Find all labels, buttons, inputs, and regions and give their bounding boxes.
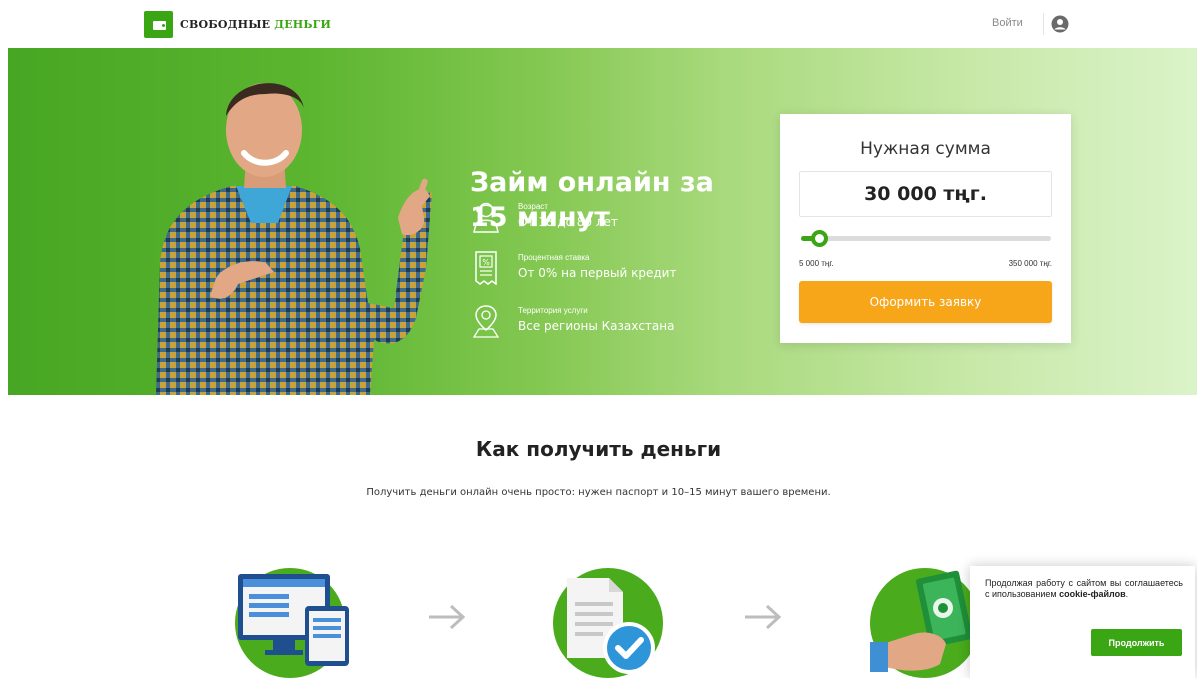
site-logo[interactable]: СВОБОДНЫЕ ДЕНЬГИ <box>144 11 331 38</box>
feature-age-label: Возраст <box>518 202 548 211</box>
cookie-continue-button[interactable]: Продолжить <box>1091 629 1182 656</box>
logo-text-main: СВОБОДНЫЕ <box>180 18 271 31</box>
feature-rate-value: От 0% на первый кредит <box>518 266 677 280</box>
arrow-right-icon <box>745 604 782 630</box>
step-apply-online <box>235 568 349 678</box>
map-pin-icon <box>472 305 500 338</box>
hero-title-line1: Займ онлайн за <box>470 167 714 198</box>
apply-button[interactable]: Оформить заявку <box>799 281 1052 323</box>
feature-age: Возраст От 18 до 80 лет <box>472 200 702 234</box>
site-header: СВОБОДНЫЕ ДЕНЬГИ Войти <box>0 0 1197 48</box>
cookie-text: Продолжая работу с сайтом вы соглашаетес… <box>985 578 1183 600</box>
logo-text: СВОБОДНЫЕ ДЕНЬГИ <box>180 18 331 31</box>
header-divider <box>1043 13 1044 35</box>
slider-handle[interactable] <box>811 230 829 247</box>
loan-calculator-card: Нужная сумма 30 000 тңг. 5 000 тңг. 350 … <box>780 114 1071 343</box>
feature-age-value: От 18 до 80 лет <box>518 215 618 229</box>
slider-min-label: 5 000 тңг. <box>799 259 834 268</box>
feature-territory-label: Территория услуги <box>518 306 588 315</box>
feature-territory: Территория услуги Все регионы Казахстана <box>472 304 702 338</box>
computer-form-icon <box>238 574 349 666</box>
cookie-link[interactable]: cookie-файлов <box>1059 589 1126 599</box>
amount-field[interactable]: 30 000 тңг. <box>799 171 1052 217</box>
money-hand-icon <box>870 570 973 672</box>
logo-text-accent: ДЕНЬГИ <box>274 18 332 31</box>
cookie-text-end: . <box>1125 589 1129 599</box>
amount-slider[interactable] <box>801 230 1051 247</box>
page: СВОБОДНЫЕ ДЕНЬГИ Войти Займ онлайн за 15… <box>0 0 1197 678</box>
how-section-subtitle: Получить деньги онлайн очень просто: нуж… <box>366 487 831 498</box>
svg-text:%: % <box>482 258 490 267</box>
feature-territory-value: Все регионы Казахстана <box>518 319 675 333</box>
cookie-notice: Продолжая работу с сайтом вы соглашаетес… <box>970 566 1195 678</box>
arrow-right-icon <box>429 604 466 630</box>
amount-value: 30 000 тңг. <box>864 183 987 205</box>
user-account-icon[interactable] <box>1051 15 1069 33</box>
calculator-title: Нужная сумма <box>860 139 991 159</box>
how-section-title: Как получить деньги <box>475 437 722 461</box>
step-document-check <box>553 568 663 678</box>
wallet-logo-icon <box>144 11 173 38</box>
step-get-money <box>870 568 980 678</box>
smiling-man-image <box>156 83 432 395</box>
slider-max-label: 350 000 тңг. <box>1008 259 1052 268</box>
feature-rate: % Процентная ставка От 0% на первый кред… <box>472 251 702 285</box>
feature-rate-label: Процентная ставка <box>518 253 590 262</box>
percent-receipt-icon: % <box>475 251 497 285</box>
login-link[interactable]: Войти <box>992 17 1023 29</box>
person-icon <box>473 202 499 233</box>
document-check-icon <box>567 578 655 674</box>
